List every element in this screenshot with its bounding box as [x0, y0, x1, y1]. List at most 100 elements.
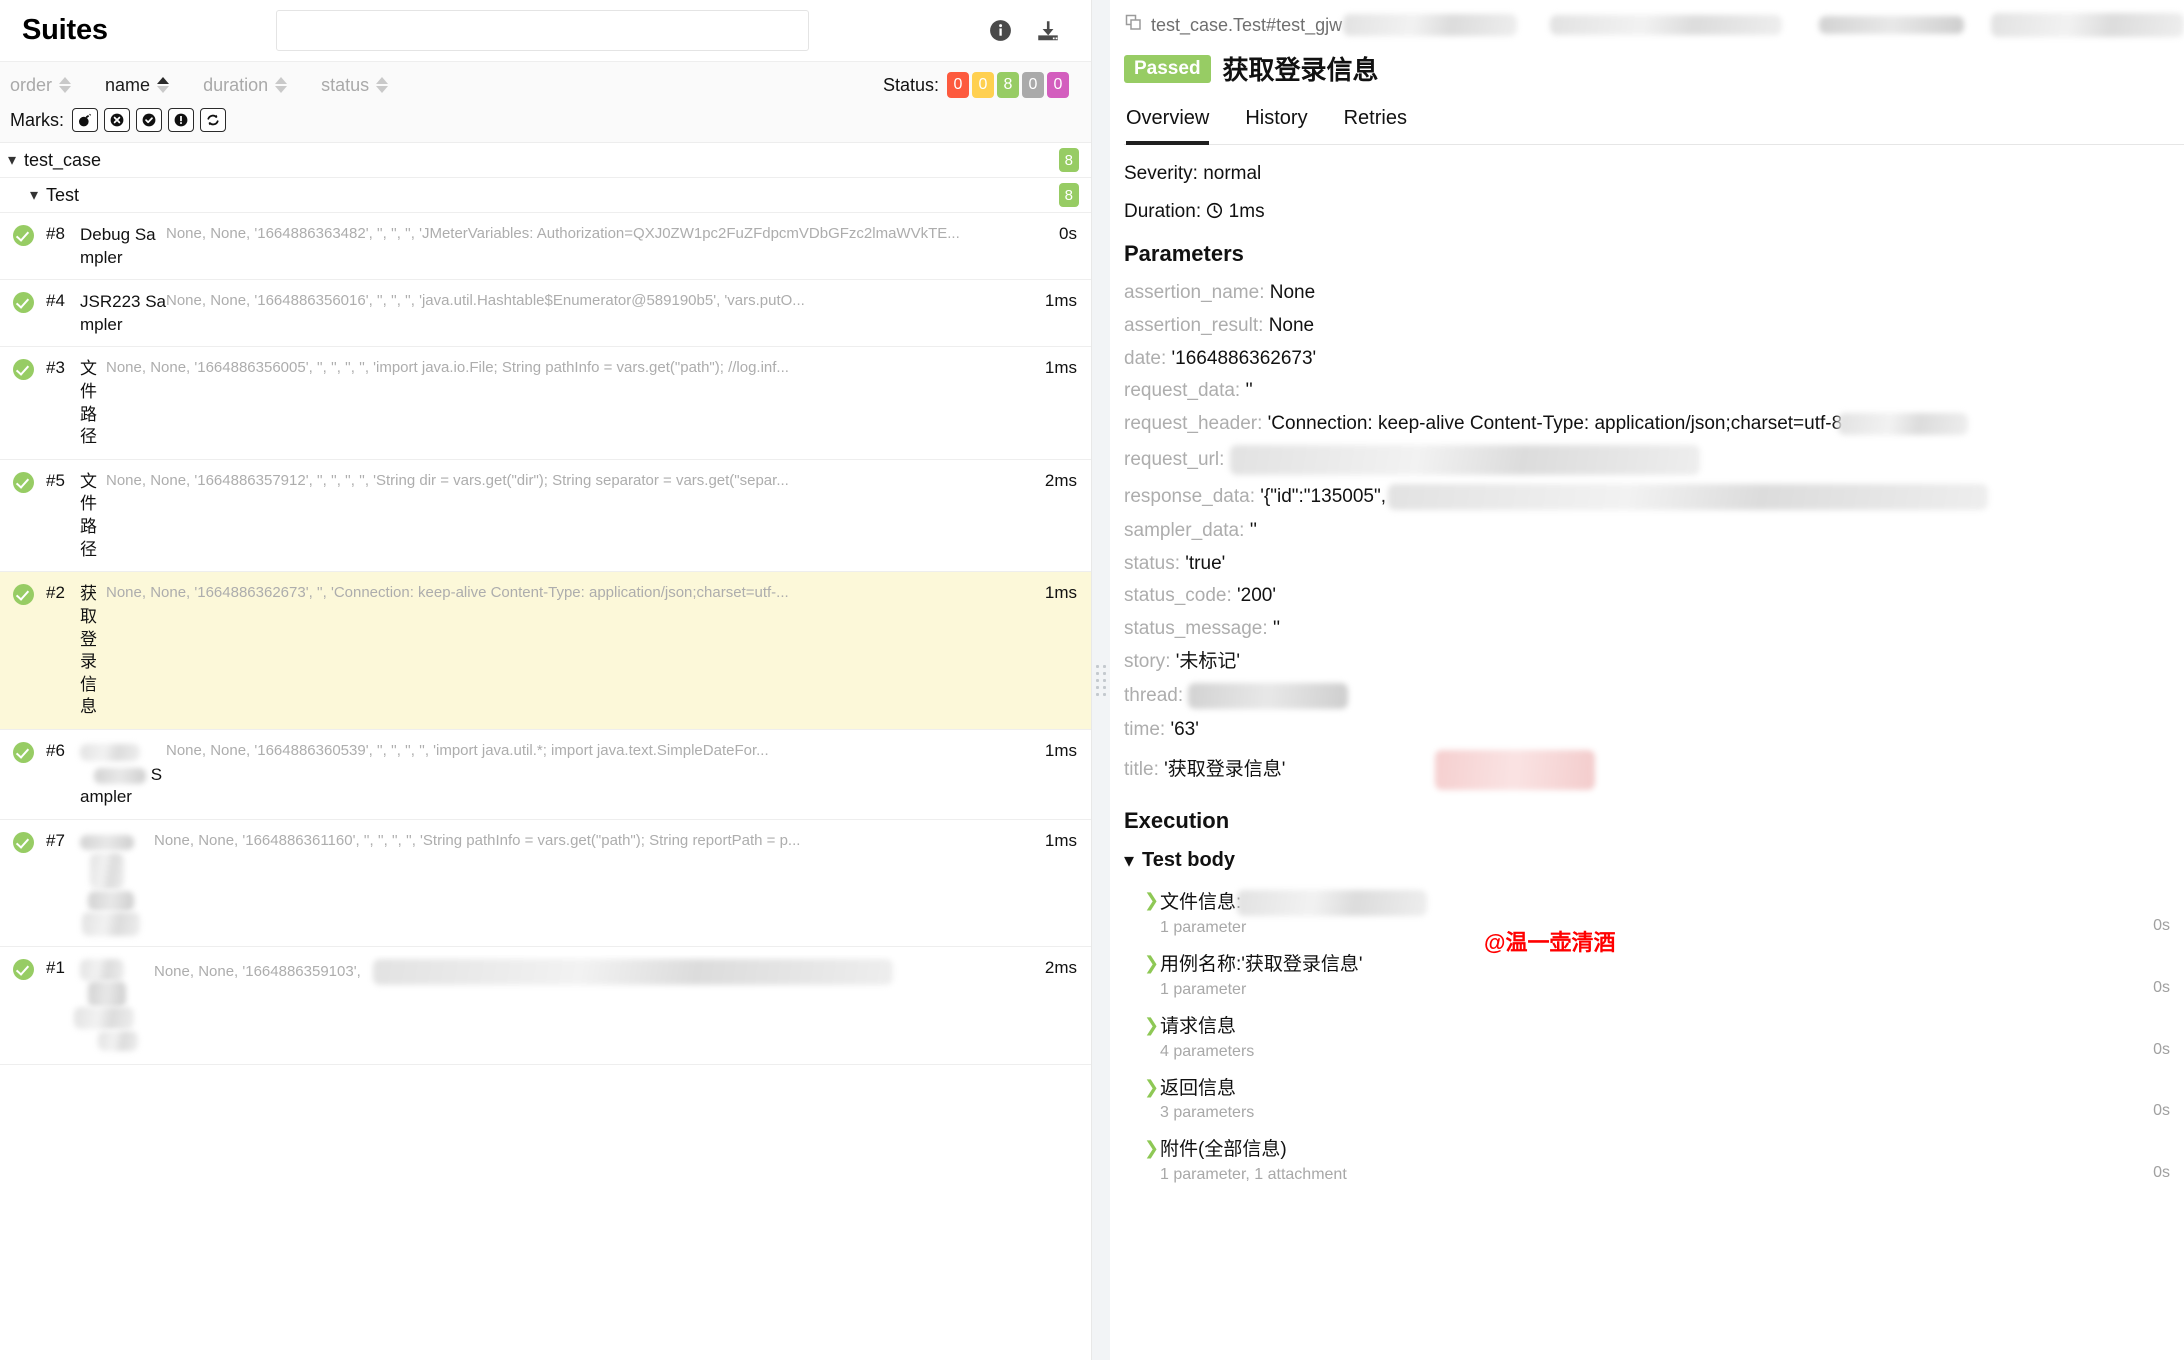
parameter-row: assertion_name: None [1124, 281, 2170, 305]
breadcrumb[interactable]: test_case.Test#test_gjw [1124, 10, 2184, 40]
sort-by-duration[interactable]: duration [203, 75, 287, 96]
test-name: 获取登录信息 [80, 580, 106, 719]
tree-node-label: test_case [24, 150, 101, 171]
redacted-text [82, 912, 140, 936]
status-passed-icon [0, 738, 46, 809]
tree-node-label: Test [46, 185, 79, 206]
sort-arrows-icon [376, 77, 388, 93]
redacted-text [1237, 890, 1427, 916]
status-badge-passed[interactable]: 8 [997, 72, 1019, 98]
copy-icon[interactable] [1124, 13, 1144, 38]
redacted-text [1435, 750, 1595, 790]
tab-history[interactable]: History [1245, 107, 1307, 145]
watermark-text: @温一壶清酒 [1484, 925, 1615, 957]
test-detail-panel: test_case.Test#test_gjw Passed 获取登录信息 Ov… [1110, 0, 2184, 1360]
tree-node-test[interactable]: ▾ Test 8 [0, 178, 1091, 213]
chevron-down-icon: ▾ [1124, 848, 1134, 873]
step-row[interactable]: ❯ 用例名称:'获取登录信息' 1 parameter 0s [1124, 946, 2170, 1008]
redacted-text [80, 744, 140, 761]
suites-panel: Suites order name [0, 0, 1092, 1360]
info-icon[interactable] [985, 16, 1015, 46]
parameter-key: assertion_name [1124, 282, 1259, 303]
test-body-toggle[interactable]: ▾ Test body [1124, 848, 2170, 873]
parameter-value: 'true' [1185, 553, 1225, 574]
redacted-text [1550, 15, 1782, 35]
step-duration: 0s [2130, 979, 2170, 999]
test-result-row[interactable]: #5 文件路径 None, None, '1664886357912', '',… [0, 460, 1091, 572]
test-result-row-selected[interactable]: #2 获取登录信息 None, None, '1664886362673', '… [0, 572, 1091, 730]
step-name: 用例名称:'获取登录信息' [1160, 953, 2130, 978]
search-area [108, 10, 977, 51]
tab-overview[interactable]: Overview [1126, 107, 1209, 145]
test-duration: 2ms [1033, 955, 1091, 1054]
status-badge-unknown[interactable]: 0 [1047, 72, 1069, 98]
test-result-row[interactable]: #7 None, None, '1664886361160', '', '', … [0, 820, 1091, 947]
sort-by-name[interactable]: name [105, 75, 169, 96]
download-icon[interactable] [1033, 16, 1063, 46]
times-circle-icon[interactable] [104, 108, 130, 132]
redacted-text [94, 768, 146, 784]
test-duration: 1ms [1033, 288, 1091, 336]
status-filter-group: Status: 0 0 8 0 0 [883, 72, 1075, 98]
test-result-row[interactable]: #4 JSR223 Sampler None, None, '166488635… [0, 280, 1091, 347]
breadcrumb-text: test_case.Test#test_gjw [1151, 15, 1342, 36]
status-badge-skipped[interactable]: 0 [1022, 72, 1044, 98]
exclamation-circle-icon[interactable] [168, 108, 194, 132]
test-name: 文件路径 [80, 355, 106, 448]
status-badges: 0 0 8 0 0 [947, 72, 1069, 98]
tree-node-test-case[interactable]: ▾ test_case 8 [0, 143, 1091, 178]
step-row[interactable]: ❯ 文件信息: 1 parameter 0s [1124, 883, 2170, 946]
redacted-text [88, 981, 126, 1007]
chevron-right-icon: ❯ [1144, 1077, 1160, 1099]
suites-toolbar: order name duration status Status: [0, 62, 1091, 143]
test-name: JSR223 Sampler [80, 288, 166, 336]
test-name [80, 828, 154, 936]
test-name: 文件路径 [80, 468, 106, 561]
test-result-row[interactable]: #6 Sampler None, None, '1664886360539', … [0, 730, 1091, 820]
bomb-icon[interactable] [72, 108, 98, 132]
tab-retries[interactable]: Retries [1344, 107, 1407, 145]
status-badge-broken[interactable]: 0 [972, 72, 994, 98]
test-result-row[interactable]: #8 Debug Sampler None, None, '1664886363… [0, 213, 1091, 280]
test-result-row[interactable]: #3 文件路径 None, None, '1664886356005', '',… [0, 347, 1091, 459]
parameter-row: status_message: '' [1124, 617, 2170, 641]
test-order: #6 [46, 738, 80, 809]
parameter-row: status: 'true' [1124, 552, 2170, 576]
status-passed-icon [0, 355, 46, 448]
duration-line: Duration: 1ms [1124, 201, 2170, 223]
step-name-text: 文件信息: [1160, 892, 1241, 913]
redacted-text [90, 853, 124, 889]
sort-by-status[interactable]: status [321, 75, 388, 96]
test-title-row: Passed 获取登录信息 [1124, 50, 2184, 87]
suites-header: Suites [0, 0, 1091, 62]
step-row[interactable]: ❯ 请求信息 4 parameters 0s [1124, 1008, 2170, 1070]
parameter-row: response_data: '{"id":"135005", [1124, 484, 2170, 510]
check-circle-icon[interactable] [136, 108, 162, 132]
parameter-key: time [1124, 719, 1160, 740]
parameter-value: '' [1273, 618, 1280, 639]
parameter-key: response_data [1124, 486, 1250, 507]
step-row[interactable]: ❯ 返回信息 3 parameters 0s [1124, 1070, 2170, 1132]
step-name: 附件(全部信息) [1160, 1138, 2130, 1163]
status-filter-label: Status: [883, 75, 939, 96]
sort-by-order[interactable]: order [10, 75, 71, 96]
test-description: None, None, '1664886363482', '', '', '',… [166, 221, 1033, 269]
test-result-row[interactable]: #1 None, None, '1664886359103', 2ms [0, 947, 1091, 1065]
chevron-down-icon: ▾ [26, 185, 42, 205]
panel-resize-handle[interactable] [1092, 0, 1110, 1360]
step-main: 返回信息 3 parameters [1160, 1077, 2130, 1123]
test-description: None, None, '1664886357912', '', '', '',… [106, 468, 1033, 561]
status-badge-failed[interactable]: 0 [947, 72, 969, 98]
status-badge: Passed [1124, 55, 1211, 83]
redacted-text [88, 891, 134, 911]
search-input[interactable] [276, 10, 809, 51]
detail-tabs: Overview History Retries [1124, 107, 2184, 145]
retry-icon[interactable] [200, 108, 226, 132]
parameter-row: status_code: '200' [1124, 584, 2170, 608]
test-order: #8 [46, 221, 80, 269]
test-name: Sampler [80, 738, 166, 809]
sort-arrows-icon [59, 77, 71, 93]
parameter-row: thread: [1124, 683, 2170, 709]
step-row[interactable]: ❯ 附件(全部信息) 1 parameter, 1 attachment 0s [1124, 1131, 2170, 1193]
step-sub: 1 parameter [1160, 981, 2130, 999]
